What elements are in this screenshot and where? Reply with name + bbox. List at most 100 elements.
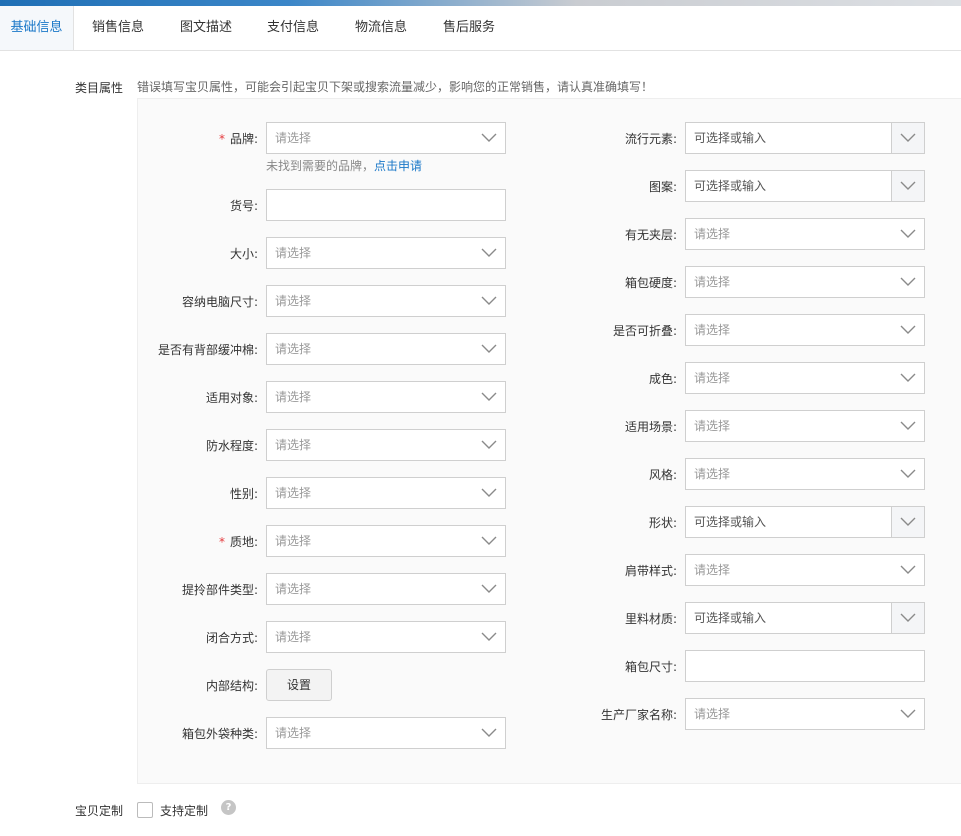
left_fields-field-label: 性别:	[230, 485, 258, 502]
support-custom-checkbox[interactable]	[137, 802, 153, 818]
select-placeholder: 请选择	[275, 438, 312, 452]
tab-after-sales[interactable]: 售后服务	[435, 6, 503, 50]
left_fields-field-label: 闭合方式:	[206, 629, 258, 646]
chevron-down-icon	[900, 373, 916, 382]
settings-button[interactable]: 设置	[266, 669, 332, 701]
select-placeholder: 请选择	[694, 419, 731, 433]
field-label-text: 适用对象:	[205, 391, 258, 405]
right_fields-field-label: 箱包尺寸:	[625, 658, 677, 675]
left_fields-field-label: 内部结构:	[206, 677, 258, 694]
support-custom-label[interactable]: 支持定制	[160, 802, 208, 819]
select-placeholder: 请选择	[275, 246, 312, 260]
field-label-text: 风格:	[648, 468, 677, 482]
left_fields-field-label: * 品牌:	[219, 130, 258, 147]
right_fields-field-label: 形状:	[649, 514, 677, 531]
tab-basic-info[interactable]: 基础信息	[0, 6, 74, 50]
field-label-text: 容纳电脑尺寸:	[181, 295, 258, 309]
tab-sales-info[interactable]: 销售信息	[84, 6, 152, 50]
dropdown-select[interactable]: 请选择	[685, 698, 925, 730]
select-placeholder: 请选择	[694, 275, 731, 289]
field-label-text: 里料材质:	[624, 612, 677, 626]
chevron-down-icon	[481, 488, 497, 497]
dropdown-toggle[interactable]	[891, 603, 924, 633]
tab-description[interactable]: 图文描述	[172, 6, 240, 50]
field-label-text: 货号:	[229, 199, 258, 213]
combo-select[interactable]: 可选择或输入	[685, 170, 925, 202]
dropdown-select[interactable]: 请选择	[685, 266, 925, 298]
select-placeholder: 请选择	[694, 467, 731, 481]
select-placeholder: 请选择	[275, 726, 312, 740]
dropdown-select[interactable]: 请选择	[266, 477, 506, 509]
chevron-down-icon	[481, 440, 497, 449]
field-label-text: 是否有背部缓冲棉:	[157, 343, 258, 357]
field-label-text: 内部结构:	[205, 679, 258, 693]
question-icon[interactable]: ?	[221, 800, 236, 815]
chevron-down-icon	[481, 584, 497, 593]
chevron-down-icon	[900, 133, 916, 142]
dropdown-select[interactable]: 请选择	[266, 333, 506, 365]
left_fields-field-label: 防水程度:	[206, 437, 258, 454]
chevron-down-icon	[900, 469, 916, 478]
right_fields-field-label: 流行元素:	[625, 130, 677, 147]
dropdown-select[interactable]: 请选择	[266, 381, 506, 413]
dropdown-toggle[interactable]	[891, 507, 924, 537]
combo-select[interactable]: 可选择或输入	[685, 602, 925, 634]
text-input[interactable]	[266, 189, 506, 221]
chevron-down-icon	[481, 392, 497, 401]
field-label-text: 是否可折叠:	[612, 324, 677, 338]
select-placeholder: 请选择	[275, 131, 312, 145]
select-placeholder: 请选择	[275, 486, 312, 500]
right_fields-field-label: 适用场景:	[625, 418, 677, 435]
dropdown-toggle[interactable]	[891, 123, 924, 153]
right_fields-field-label: 风格:	[649, 466, 677, 483]
field-label-text: 品牌:	[229, 132, 258, 146]
select-placeholder: 请选择	[694, 323, 731, 337]
dropdown-select[interactable]: 请选择	[685, 554, 925, 586]
field-label-text: 箱包外袋种类:	[181, 727, 258, 741]
select-placeholder: 请选择	[275, 390, 312, 404]
dropdown-select[interactable]: 请选择	[266, 122, 506, 154]
right_fields-field-label: 里料材质:	[625, 610, 677, 627]
dropdown-select[interactable]: 请选择	[685, 458, 925, 490]
dropdown-select[interactable]: 请选择	[266, 285, 506, 317]
select-placeholder: 请选择	[694, 227, 731, 241]
chevron-down-icon	[900, 613, 916, 622]
dropdown-select[interactable]: 请选择	[685, 410, 925, 442]
brand-hint: 未找到需要的品牌，点击申请	[266, 157, 422, 174]
select-placeholder: 请选择	[694, 707, 731, 721]
right_fields-field-label: 图案:	[649, 178, 677, 195]
select-placeholder: 请选择	[694, 371, 731, 385]
select-placeholder: 可选择或输入	[694, 611, 767, 625]
apply-brand-link[interactable]: 点击申请	[374, 159, 422, 173]
dropdown-toggle[interactable]	[891, 171, 924, 201]
dropdown-select[interactable]: 请选择	[266, 621, 506, 653]
field-label-text: 肩带样式:	[624, 564, 677, 578]
dropdown-select[interactable]: 请选择	[266, 525, 506, 557]
dropdown-select[interactable]: 请选择	[685, 218, 925, 250]
field-label-text: 生产厂家名称:	[600, 708, 677, 722]
field-label-text: 有无夹层:	[624, 228, 677, 242]
select-placeholder: 请选择	[275, 342, 312, 356]
required-asterisk: *	[218, 535, 225, 549]
field-label-text: 性别:	[229, 487, 258, 501]
dropdown-select[interactable]: 请选择	[685, 314, 925, 346]
text-input[interactable]	[685, 650, 925, 682]
combo-select[interactable]: 可选择或输入	[685, 122, 925, 154]
dropdown-select[interactable]: 请选择	[266, 429, 506, 461]
chevron-down-icon	[481, 133, 497, 142]
tab-payment-info[interactable]: 支付信息	[259, 6, 327, 50]
right_fields-field-label: 生产厂家名称:	[601, 706, 677, 723]
dropdown-select[interactable]: 请选择	[266, 237, 506, 269]
chevron-down-icon	[481, 296, 497, 305]
field-label-text: 防水程度:	[205, 439, 258, 453]
dropdown-select[interactable]: 请选择	[266, 573, 506, 605]
tab-logistics-info[interactable]: 物流信息	[347, 6, 415, 50]
left_fields-field-label: 提拎部件类型:	[182, 581, 258, 598]
chevron-down-icon	[900, 517, 916, 526]
field-label-text: 适用场景:	[624, 420, 677, 434]
chevron-down-icon	[481, 248, 497, 257]
dropdown-select[interactable]: 请选择	[266, 717, 506, 749]
dropdown-select[interactable]: 请选择	[685, 362, 925, 394]
combo-select[interactable]: 可选择或输入	[685, 506, 925, 538]
field-label-text: 闭合方式:	[205, 631, 258, 645]
